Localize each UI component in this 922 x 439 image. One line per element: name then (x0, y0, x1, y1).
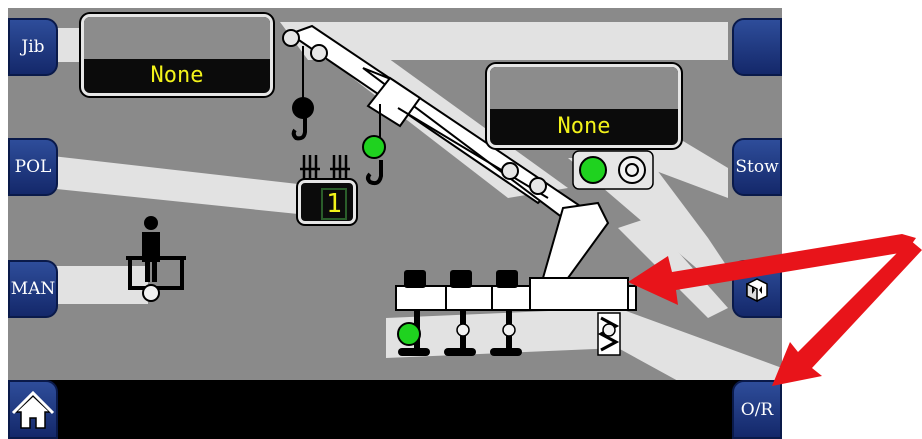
parts-of-line-icon (300, 155, 350, 181)
winch-indicators (572, 150, 654, 190)
jib-button-label: Jib (21, 37, 45, 57)
stow-button[interactable]: Stow (732, 138, 782, 196)
boom-info-panel-header (490, 67, 678, 109)
home-button[interactable] (8, 380, 58, 439)
main-hook-status-indicator (362, 135, 386, 159)
crane-control-screen: Jib POL MAN Stow None None 1 O/R (8, 8, 782, 439)
bottom-bar (8, 380, 782, 439)
annotation-arrow-overrun (772, 240, 922, 386)
outrigger-camera-button[interactable] (732, 260, 782, 318)
boom-info-panel: None (487, 64, 681, 148)
jib-info-value: None (150, 63, 204, 88)
man-button[interactable]: MAN (8, 260, 58, 318)
outrigger-3d-icon (746, 278, 768, 303)
stow-button-label: Stow (735, 157, 779, 177)
jib-info-panel: None (81, 14, 273, 96)
man-basket-icon (126, 216, 186, 302)
parts-of-line-counter[interactable]: 1 (298, 180, 356, 224)
crane-mast (541, 201, 610, 279)
overrun-button-label: O/R (740, 399, 774, 420)
boom-info-value: None (557, 114, 611, 139)
jib-button[interactable]: Jib (8, 18, 58, 76)
outrigger-status-indicator (397, 322, 421, 346)
overrun-button[interactable]: O/R (732, 380, 782, 439)
pol-button-label: POL (14, 157, 52, 177)
home-icon (11, 390, 55, 429)
pol-button[interactable]: POL (8, 138, 58, 196)
jib-info-panel-header (84, 17, 270, 59)
man-button-label: MAN (10, 279, 56, 299)
parts-of-line-value: 1 (321, 188, 347, 220)
top-right-button[interactable] (732, 18, 782, 76)
